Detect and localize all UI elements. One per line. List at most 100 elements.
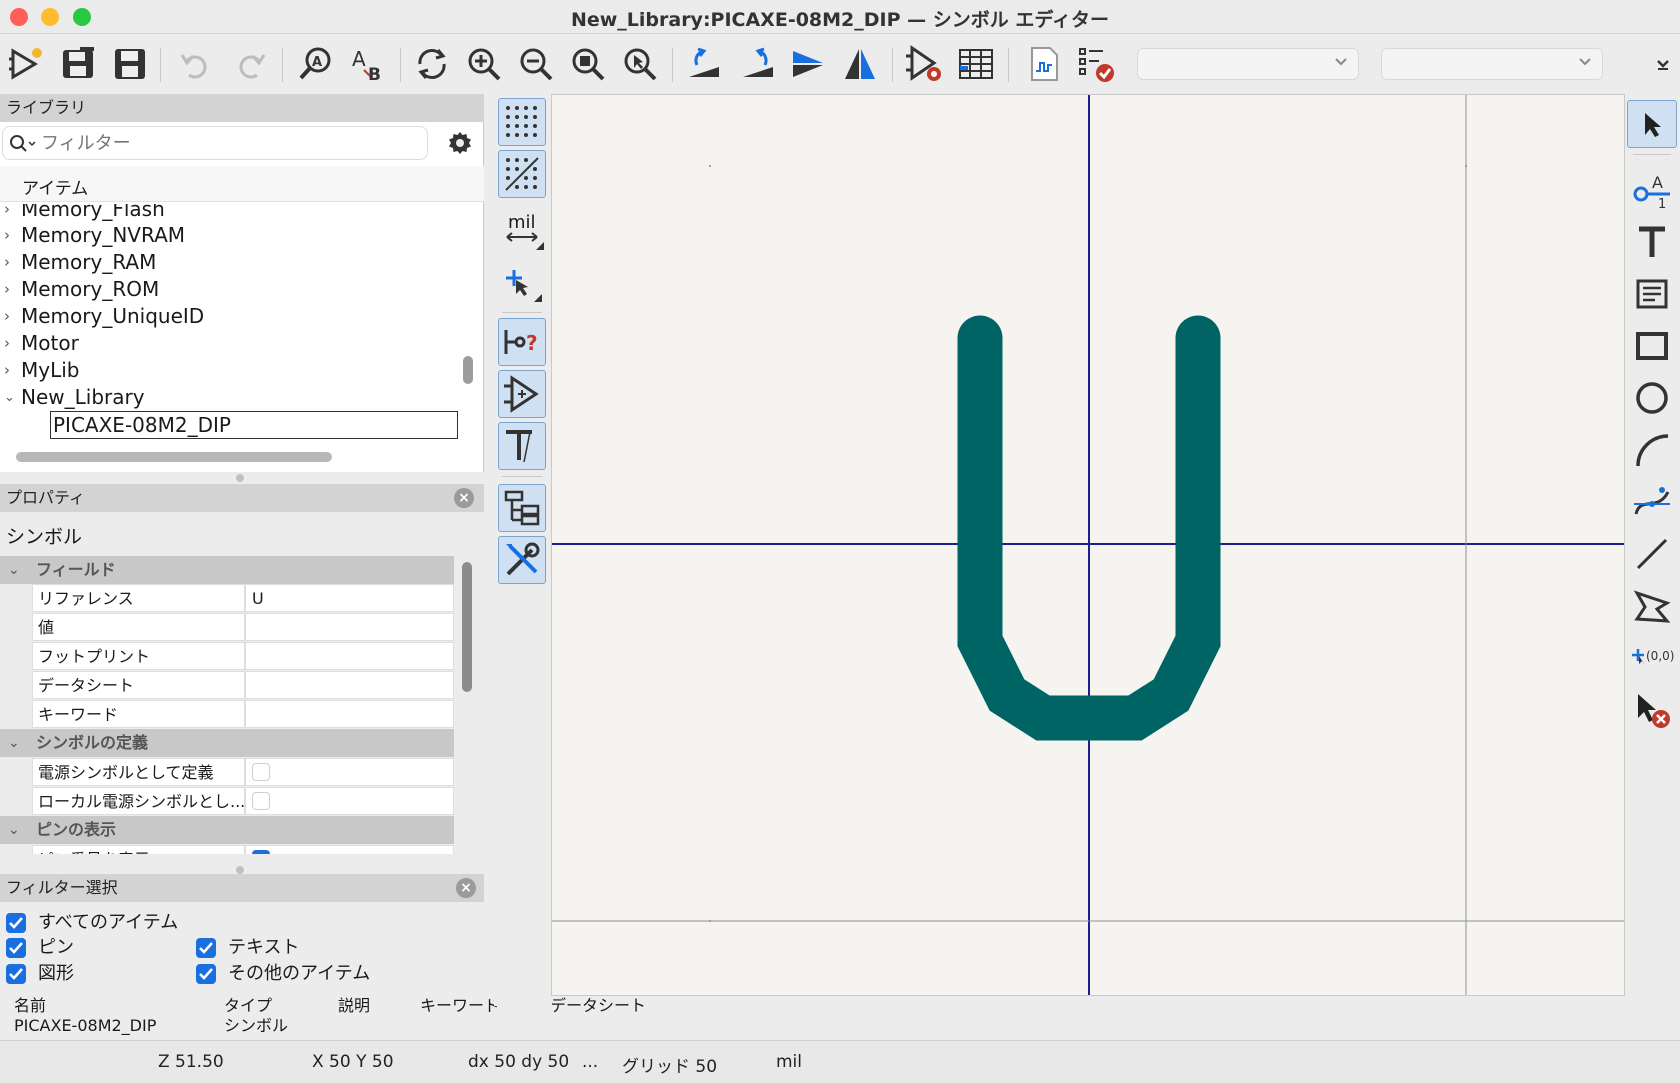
rotate-ccw-button[interactable]: [684, 44, 724, 84]
zoom-selection-button[interactable]: [620, 44, 660, 84]
info-description: 説明: [338, 996, 371, 1015]
rotate-cw-button[interactable]: [738, 44, 778, 84]
splitter-handle[interactable]: [236, 474, 244, 482]
fields-category[interactable]: ⌄ フィールド: [0, 556, 454, 584]
units-toggle-button[interactable]: mil: [498, 204, 546, 252]
library-panel: ライブラリ アイテム ›Memory_Flash ›Memory_NVRAM ›…: [0, 94, 484, 472]
property-row-keywords[interactable]: キーワード: [0, 700, 454, 728]
properties-scrollbar[interactable]: [462, 562, 472, 692]
show-pin-electrical-type-button[interactable]: ?: [498, 318, 546, 366]
tree-item-selected-symbol[interactable]: PICAXE-08M2_DIP: [50, 411, 458, 439]
all-items-checkbox[interactable]: [6, 913, 26, 933]
other-items-checkbox[interactable]: [196, 964, 216, 984]
tree-item-memory-uniqueid[interactable]: › Memory_UniqueID: [0, 303, 458, 330]
symbol-canvas[interactable]: [551, 94, 1625, 996]
add-line-button[interactable]: [1627, 530, 1677, 578]
circle-icon: [1636, 382, 1668, 414]
property-row-datasheet[interactable]: データシート: [0, 671, 454, 699]
zoom-selection-icon: [624, 48, 657, 81]
cursor-style-button[interactable]: [498, 258, 546, 306]
property-row-value[interactable]: 値: [0, 613, 454, 641]
check-icon: [199, 942, 213, 954]
property-row-power-symbol[interactable]: 電源シンボルとして定義: [0, 758, 454, 786]
tree-item-memory-ram[interactable]: › Memory_RAM: [0, 249, 458, 276]
splitter-handle[interactable]: [236, 866, 244, 874]
unit-selector-dropdown[interactable]: [1381, 48, 1603, 80]
rotate-ccw-icon: [689, 47, 719, 77]
mirror-horizontal-button[interactable]: [840, 44, 880, 84]
mirror-vertical-button[interactable]: [788, 44, 828, 84]
tree-item-new-library[interactable]: ⌄ New_Library: [0, 384, 458, 411]
tree-item-mylib[interactable]: › MyLib: [0, 357, 458, 384]
save-button[interactable]: [110, 44, 150, 84]
zoom-out-button[interactable]: [516, 44, 556, 84]
local-power-checkbox[interactable]: [252, 792, 270, 810]
check-symbol-button[interactable]: [1076, 44, 1116, 84]
crosshair-cursor-icon: [506, 270, 542, 302]
close-filter-button[interactable]: ×: [456, 878, 476, 898]
close-properties-button[interactable]: ×: [454, 488, 474, 508]
textbox-icon: [1636, 279, 1668, 309]
property-value-footprint[interactable]: [245, 642, 454, 670]
set-anchor-button[interactable]: (0,0): [1627, 634, 1677, 682]
show-hidden-fields-button[interactable]: [498, 422, 546, 470]
property-value-value[interactable]: [245, 613, 454, 641]
property-value-reference[interactable]: U: [245, 584, 454, 612]
property-row-show-pin-numbers[interactable]: ピン番号を表示: [0, 845, 454, 854]
add-arc-button[interactable]: [1627, 426, 1677, 474]
property-value-datasheet[interactable]: [245, 671, 454, 699]
toolbar-overflow-button[interactable]: [1648, 44, 1678, 84]
tree-item-memory-rom[interactable]: › Memory_ROM: [0, 276, 458, 303]
grid-overrides-button[interactable]: [498, 150, 546, 198]
property-value-keywords[interactable]: [245, 700, 454, 728]
show-pin-numbers-checkbox[interactable]: [252, 850, 270, 854]
find-replace-button[interactable]: AB: [348, 44, 388, 84]
pins-checkbox[interactable]: [6, 938, 26, 958]
library-settings-button[interactable]: [442, 126, 478, 160]
show-hidden-pins-button[interactable]: [498, 370, 546, 418]
symbol-properties-icon: [906, 45, 941, 81]
redo-button[interactable]: [230, 44, 270, 84]
new-symbol-button[interactable]: [6, 44, 46, 84]
tree-vertical-scrollbar[interactable]: [463, 356, 473, 384]
add-rectangle-button[interactable]: [1627, 322, 1677, 370]
units-dropdown[interactable]: [1137, 48, 1359, 80]
text-checkbox[interactable]: [196, 938, 216, 958]
pin-table-button[interactable]: [956, 44, 996, 84]
show-library-tree-button[interactable]: [498, 484, 546, 532]
add-bezier-button[interactable]: [1627, 478, 1677, 526]
add-polygon-button[interactable]: [1627, 582, 1677, 630]
tree-item-motor[interactable]: › Motor: [0, 330, 458, 357]
add-textbox-button[interactable]: [1627, 270, 1677, 318]
save-library-button[interactable]: [58, 44, 98, 84]
tree-horizontal-scrollbar[interactable]: [16, 452, 332, 462]
find-button[interactable]: A: [296, 44, 336, 84]
library-search-field[interactable]: [2, 126, 428, 160]
tree-item-memory-nvram[interactable]: › Memory_NVRAM: [0, 222, 458, 249]
graphics-checkbox[interactable]: [6, 964, 26, 984]
symbol-properties-button[interactable]: [904, 44, 944, 84]
undo-button[interactable]: [176, 44, 216, 84]
tools-icon: [506, 542, 540, 576]
refresh-button[interactable]: [412, 44, 452, 84]
show-grid-button[interactable]: [498, 98, 546, 146]
line-icon: [1636, 538, 1668, 570]
add-text-button[interactable]: [1627, 218, 1677, 266]
power-symbol-checkbox[interactable]: [252, 763, 270, 781]
delete-tool-button[interactable]: [1627, 686, 1677, 734]
tree-item-memory-flash[interactable]: › Memory_Flash: [0, 204, 458, 223]
property-row-footprint[interactable]: フットプリント: [0, 642, 454, 670]
add-pin-button[interactable]: A1: [1627, 166, 1677, 214]
definition-category[interactable]: ⌄ シンボルの定義: [0, 729, 454, 757]
search-input[interactable]: [41, 131, 411, 155]
zoom-in-button[interactable]: [464, 44, 504, 84]
property-row-local-power[interactable]: ローカル電源シンボルとし...: [0, 787, 454, 815]
show-properties-button[interactable]: [498, 536, 546, 584]
select-tool-button[interactable]: [1627, 100, 1677, 148]
add-circle-button[interactable]: [1627, 374, 1677, 422]
pin-display-category[interactable]: ⌄ ピンの表示: [0, 816, 454, 844]
zoom-fit-button[interactable]: [568, 44, 608, 84]
property-row-reference[interactable]: リファレンス U: [0, 584, 454, 612]
datasheet-button[interactable]: [1024, 44, 1064, 84]
datasheet-icon: [1031, 47, 1058, 81]
